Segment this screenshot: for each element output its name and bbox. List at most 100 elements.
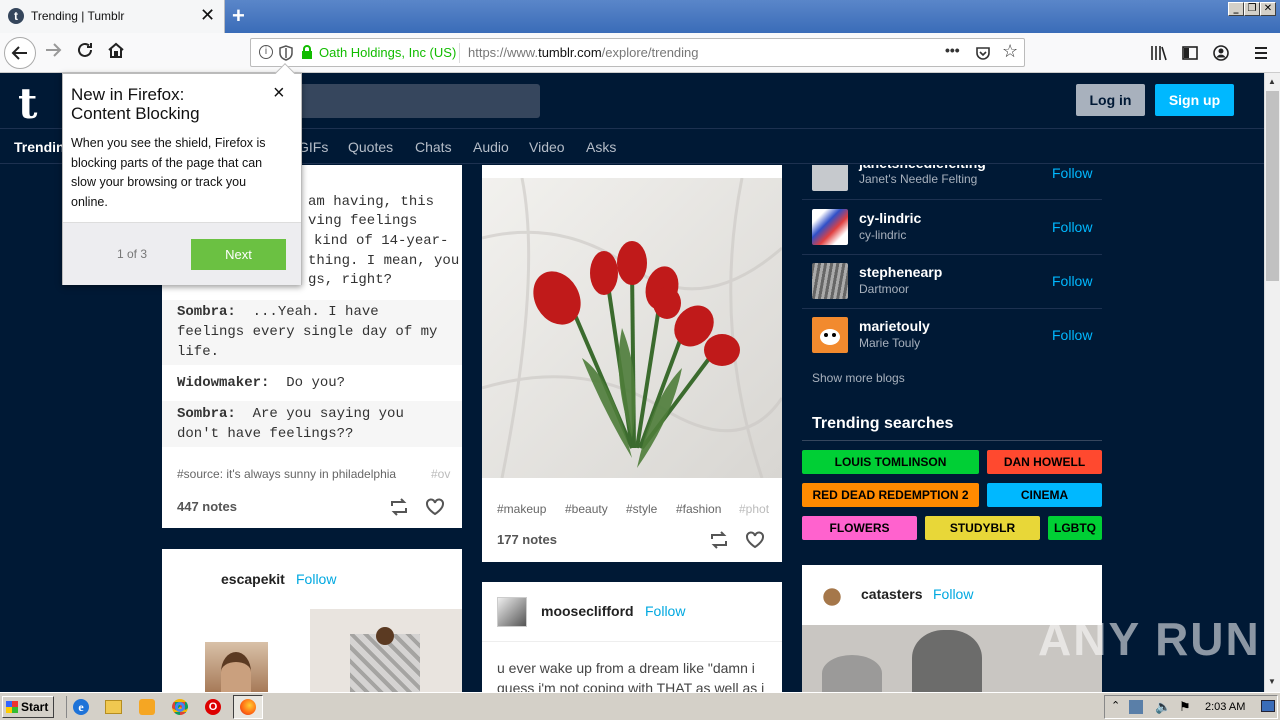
follow-link[interactable]: Follow (1052, 219, 1092, 235)
site-identity-label[interactable]: Oath Holdings, Inc (US) (319, 45, 456, 60)
tab-gifs[interactable]: GIFs (298, 139, 328, 155)
popup-close-icon[interactable]: × (273, 82, 285, 105)
shield-icon[interactable] (279, 45, 293, 61)
trending-pill[interactable]: RED DEAD REDEMPTION 2 (802, 483, 979, 507)
avatar[interactable] (497, 597, 527, 627)
trending-pill[interactable]: FLOWERS (802, 516, 917, 540)
trending-pill[interactable]: DAN HOWELL (987, 450, 1102, 474)
notes-count[interactable]: 447 notes (177, 499, 237, 514)
menu-icon[interactable] (1253, 45, 1269, 61)
scroll-down-icon[interactable]: ▼ (1268, 677, 1276, 686)
action-center-flag-icon[interactable]: ⚑ (1179, 699, 1191, 715)
tulip-photo[interactable] (482, 178, 782, 478)
trending-pill[interactable]: LGBTQ (1048, 516, 1102, 540)
scroll-up-icon[interactable]: ▲ (1268, 77, 1276, 86)
avatar[interactable] (812, 209, 848, 245)
forward-button[interactable] (44, 41, 62, 64)
url-text[interactable]: https://www.tumblr.com/explore/trending (468, 45, 699, 60)
opera-icon[interactable]: O (205, 699, 221, 715)
network-icon[interactable] (1129, 700, 1143, 714)
pocket-icon[interactable] (975, 45, 991, 61)
post-tag[interactable]: #style (626, 502, 657, 516)
firefox-taskbar-button[interactable] (233, 695, 263, 719)
show-desktop-icon[interactable] (1261, 700, 1275, 712)
restore-icon[interactable]: ❐ (1244, 2, 1260, 16)
media-player-icon[interactable] (139, 699, 155, 715)
post-tag[interactable]: #ov (431, 467, 450, 481)
new-tab-button[interactable]: + (232, 3, 245, 29)
follow-link[interactable]: Follow (296, 571, 336, 587)
like-heart-icon[interactable] (425, 498, 445, 516)
popup-next-button[interactable]: Next (191, 239, 286, 270)
volume-icon[interactable]: 🔈 (1155, 699, 1171, 715)
follow-link[interactable]: Follow (1052, 273, 1092, 289)
show-more-blogs-link[interactable]: Show more blogs (812, 371, 905, 385)
chrome-icon[interactable] (172, 699, 188, 715)
trending-pill[interactable]: LOUIS TOMLINSON (802, 450, 979, 474)
blog-name[interactable]: marietouly (859, 318, 930, 334)
bookmark-star-icon[interactable]: ☆ (1002, 41, 1018, 62)
signup-button[interactable]: Sign up (1155, 84, 1234, 116)
follow-link[interactable]: Follow (933, 586, 973, 602)
post-tag[interactable]: #source: it's always sunny in philadelph… (177, 467, 396, 481)
tab-video[interactable]: Video (529, 139, 565, 155)
library-icon[interactable] (1150, 45, 1168, 61)
post-photo[interactable] (310, 609, 462, 692)
login-button[interactable]: Log in (1076, 84, 1145, 116)
notes-count[interactable]: 177 notes (497, 532, 557, 547)
post-blog-name[interactable]: escapekit (221, 571, 285, 587)
tab-audio[interactable]: Audio (473, 139, 509, 155)
reload-button[interactable] (76, 41, 94, 64)
vertical-scrollbar[interactable]: ▲ ▼ (1264, 73, 1280, 692)
folder-icon[interactable] (105, 700, 122, 714)
blog-row[interactable]: cy-lindric cy-lindric Follow (802, 200, 1102, 254)
clock[interactable]: 2:03 AM (1205, 701, 1245, 713)
trending-pill[interactable]: STUDYBLR (925, 516, 1040, 540)
post-tag[interactable]: #fashion (676, 502, 721, 516)
browser-tab[interactable]: t Trending | Tumblr ✕ (0, 0, 225, 33)
home-button[interactable] (107, 41, 125, 64)
like-heart-icon[interactable] (745, 531, 765, 549)
minimize-icon[interactable]: _ (1228, 2, 1244, 16)
blog-name[interactable]: stephenearp (859, 264, 942, 280)
ie-icon[interactable]: e (73, 699, 89, 715)
blog-name[interactable]: cy-lindric (859, 210, 921, 226)
tumblr-logo[interactable]: t (18, 79, 37, 128)
tab-quotes[interactable]: Quotes (348, 139, 393, 155)
lock-icon[interactable] (301, 45, 313, 60)
post-tag[interactable]: #makeup (497, 502, 546, 516)
page-actions-icon[interactable]: ••• (945, 42, 960, 58)
avatar[interactable] (812, 165, 848, 191)
close-window-icon[interactable]: ✕ (1260, 2, 1276, 16)
account-icon[interactable] (1213, 45, 1229, 61)
post-photo[interactable] (205, 642, 268, 692)
reblog-icon[interactable] (389, 498, 409, 516)
blog-row[interactable]: marietouly Marie Touly Follow (802, 309, 1102, 363)
avatar[interactable] (812, 263, 848, 299)
tab-asks[interactable]: Asks (586, 139, 616, 155)
info-icon[interactable]: i (259, 45, 273, 59)
post-tag[interactable]: #beauty (565, 502, 608, 516)
tray-expand-icon[interactable]: ⌃ (1111, 699, 1120, 712)
close-tab-icon[interactable]: ✕ (200, 5, 215, 26)
scroll-thumb[interactable] (1266, 91, 1279, 281)
blog-row[interactable]: janetsneedlefelting Janet's Needle Felti… (802, 165, 1102, 199)
post-blog-name[interactable]: mooseclifford (541, 603, 634, 619)
avatar[interactable] (812, 317, 848, 353)
post-tag[interactable]: #phot (739, 502, 769, 516)
post-blog-name[interactable]: catasters (861, 586, 923, 602)
blog-name[interactable]: janetsneedlefelting (859, 165, 986, 171)
follow-link[interactable]: Follow (645, 603, 685, 619)
tab-chats[interactable]: Chats (415, 139, 452, 155)
sidebar-icon[interactable] (1182, 45, 1198, 61)
url-bar[interactable]: i Oath Holdings, Inc (US) https://www.tu… (250, 38, 1025, 67)
blog-row[interactable]: stephenearp Dartmoor Follow (802, 255, 1102, 309)
start-button[interactable]: Start (2, 696, 54, 718)
search-input[interactable] (290, 84, 540, 118)
avatar[interactable] (817, 582, 847, 612)
follow-link[interactable]: Follow (1052, 165, 1092, 181)
trending-pill[interactable]: CINEMA (987, 483, 1102, 507)
back-button[interactable] (4, 37, 36, 69)
follow-link[interactable]: Follow (1052, 327, 1092, 343)
reblog-icon[interactable] (709, 531, 729, 549)
